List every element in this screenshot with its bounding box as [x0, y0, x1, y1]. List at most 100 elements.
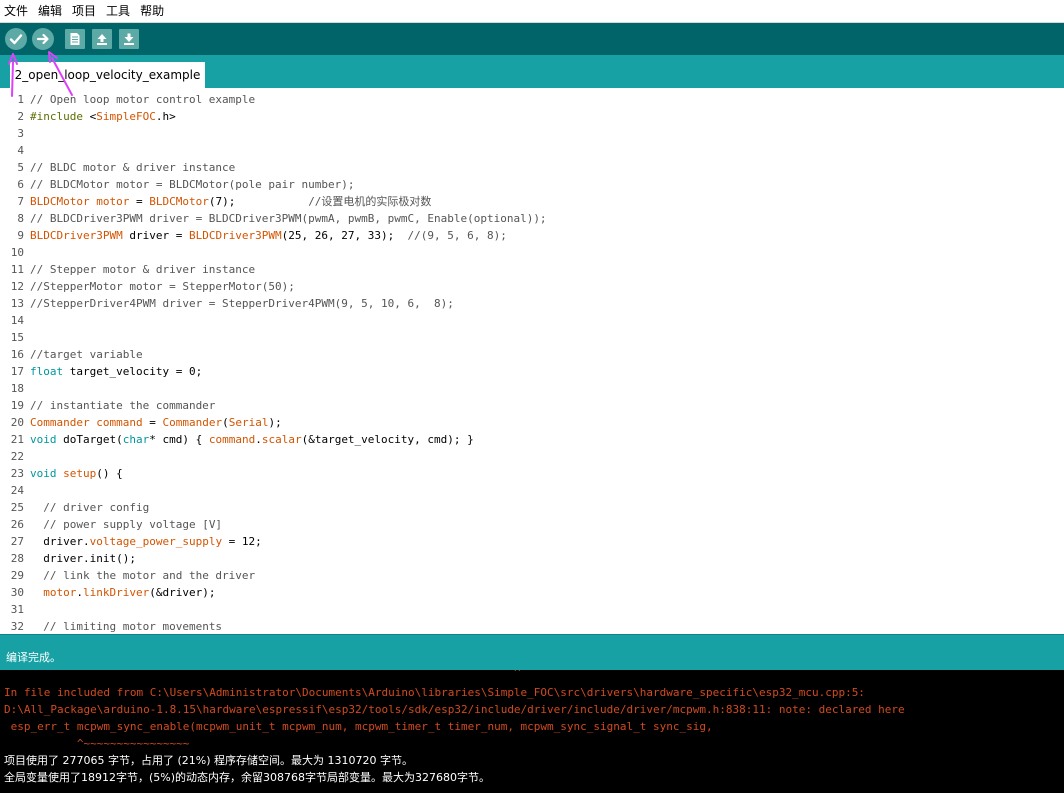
open-button[interactable] [92, 29, 112, 49]
line-number: 29 [10, 569, 24, 582]
status-bar: 编译完成。 [0, 634, 1064, 670]
code-text: void doTarget(char* cmd) { command.scala… [30, 433, 474, 446]
line-number: 26 [10, 518, 24, 531]
code-line: 19 // instantiate the commander [0, 397, 1064, 414]
console-line: 项目使用了 277065 字节，占用了 (21%) 程序存储空间。最大为 131… [4, 754, 413, 767]
code-text: void setup() { [30, 467, 123, 480]
tab-sketch[interactable]: 2_open_loop_velocity_example [10, 62, 205, 88]
arrow-down-icon [124, 33, 134, 45]
console-line: ^~~~~~~~~~~~~~~~~ [4, 737, 190, 750]
line-number: 21 [10, 433, 24, 446]
code-line: 26 // power supply voltage [V] [0, 516, 1064, 533]
code-line: 20 Commander command = Commander(Serial); [0, 414, 1064, 431]
line-number: 2 [17, 110, 24, 123]
line-number: 10 [10, 246, 24, 259]
line-number: 17 [10, 365, 24, 378]
code-line: 12 //StepperMotor motor = StepperMotor(50… [0, 278, 1064, 295]
file-icon [70, 33, 80, 45]
line-number: 12 [10, 280, 24, 293]
line-number: 18 [10, 382, 24, 395]
code-line: 18 [0, 380, 1064, 397]
code-text: // link the motor and the driver [43, 569, 256, 582]
console-line: D:\All_Package\arduino-1.8.15\hardware\e… [4, 703, 905, 716]
line-number: 4 [17, 144, 24, 157]
code-text: motor.linkDriver(&driver); [43, 586, 216, 599]
line-number: 11 [10, 263, 24, 276]
upload-button[interactable] [32, 28, 54, 50]
menu-edit[interactable]: 编辑 [34, 0, 66, 22]
code-line: 10 [0, 244, 1064, 261]
code-text: // BLDC motor & driver instance [30, 161, 236, 174]
console-output[interactable]: ^ In file included from C:\Users\Adminis… [0, 670, 1064, 793]
line-number: 5 [17, 161, 24, 174]
line-number: 19 [10, 399, 24, 412]
code-line: 31 [0, 601, 1064, 618]
code-line: 24 [0, 482, 1064, 499]
code-line: 2 #include <SimpleFOC.h> [0, 108, 1064, 125]
menu-help[interactable]: 帮助 [136, 0, 168, 22]
line-number: 22 [10, 450, 24, 463]
menu-tools[interactable]: 工具 [102, 0, 134, 22]
code-text: // limiting motor movements [43, 620, 223, 633]
line-number: 23 [10, 467, 24, 480]
code-editor[interactable]: 1 // Open loop motor control example 2 #inc… [0, 88, 1064, 634]
menu-bar: 文件 编辑 项目 工具 帮助 [0, 0, 1064, 23]
console-line: In file included from C:\Users\Administr… [4, 686, 865, 699]
line-number: 31 [10, 603, 24, 616]
code-text: // BLDCDriver3PWM driver = BLDCDriver3PW… [30, 212, 547, 225]
arrow-right-icon [36, 33, 49, 45]
code-line: 17 float target_velocity = 0; [0, 363, 1064, 380]
verify-button[interactable] [5, 28, 27, 50]
code-line: 25 // driver config [0, 499, 1064, 516]
save-button[interactable] [119, 29, 139, 49]
line-number: 14 [10, 314, 24, 327]
arrow-up-icon [97, 34, 107, 45]
code-line: 4 [0, 142, 1064, 159]
line-number: 20 [10, 416, 24, 429]
line-number: 1 [17, 93, 24, 106]
code-line: 16 //target variable [0, 346, 1064, 363]
line-number: 28 [10, 552, 24, 565]
code-text: // BLDCMotor motor = BLDCMotor(pole pair… [30, 178, 355, 191]
code-line: 23 void setup() { [0, 465, 1064, 482]
code-line: 21 void doTarget(char* cmd) { command.sca… [0, 431, 1064, 448]
new-button[interactable] [65, 29, 85, 49]
line-number: 16 [10, 348, 24, 361]
code-text: // Stepper motor & driver instance [30, 263, 256, 276]
tab-bar: 2_open_loop_velocity_example [0, 55, 1064, 88]
code-line: 30 motor.linkDriver(&driver); [0, 584, 1064, 601]
line-number: 25 [10, 501, 24, 514]
code-line: 14 [0, 312, 1064, 329]
code-lines: 1 // Open loop motor control example 2 #inc… [0, 91, 1064, 634]
code-text: Commander command = Commander(Serial); [30, 416, 282, 429]
menu-file[interactable]: 文件 [0, 0, 32, 22]
code-line: 6 // BLDCMotor motor = BLDCMotor(pole pai… [0, 176, 1064, 193]
line-number: 9 [17, 229, 24, 242]
line-number: 24 [10, 484, 24, 497]
code-line: 9 BLDCDriver3PWM driver = BLDCDriver3PWM(… [0, 227, 1064, 244]
code-text: //target variable [30, 348, 143, 361]
line-number: 7 [17, 195, 24, 208]
code-line: 1 // Open loop motor control example [0, 91, 1064, 108]
code-text: // instantiate the commander [30, 399, 216, 412]
line-number: 30 [10, 586, 24, 599]
console-caret: ^ [514, 670, 521, 679]
code-text: //StepperMotor motor = StepperMotor(50); [30, 280, 295, 293]
code-text: driver.voltage_power_supply = 12; [30, 535, 262, 548]
code-text: float target_velocity = 0; [30, 365, 203, 378]
line-number: 6 [17, 178, 24, 191]
code-line: 29 // link the motor and the driver [0, 567, 1064, 584]
code-line: 8 // BLDCDriver3PWM driver = BLDCDriver3P… [0, 210, 1064, 227]
line-number: 15 [10, 331, 24, 344]
code-text: //StepperDriver4PWM driver = StepperDriv… [30, 297, 454, 310]
code-text: // driver config [43, 501, 150, 514]
code-line: 11 // Stepper motor & driver instance [0, 261, 1064, 278]
menu-sketch[interactable]: 项目 [68, 0, 100, 22]
line-number: 13 [10, 297, 24, 310]
code-line: 22 [0, 448, 1064, 465]
code-line: 32 // limiting motor movements [0, 618, 1064, 634]
console-line: esp_err_t mcpwm_sync_enable(mcpwm_unit_t… [4, 720, 713, 733]
status-message: 编译完成。 [6, 651, 61, 664]
code-line: 28 driver.init(); [0, 550, 1064, 567]
code-line: 3 [0, 125, 1064, 142]
